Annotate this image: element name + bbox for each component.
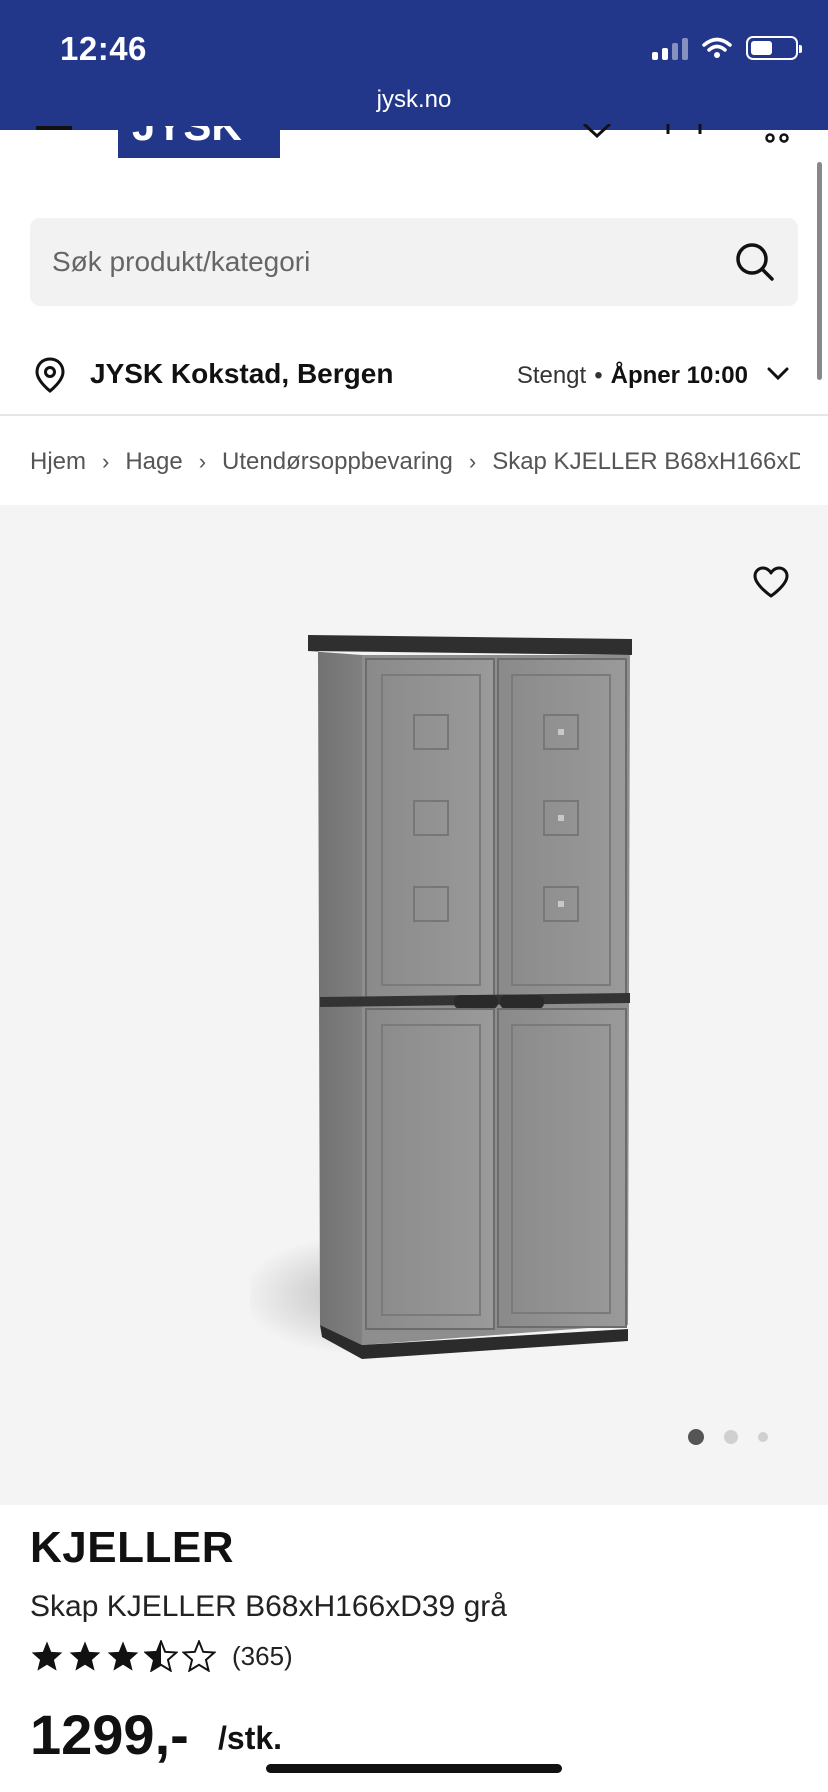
wifi-icon	[702, 37, 732, 58]
product-rating[interactable]: (365)	[30, 1640, 293, 1672]
search-icon[interactable]	[734, 241, 776, 283]
status-time: 12:46	[60, 30, 147, 67]
star-empty-icon	[182, 1640, 216, 1672]
menu-icon[interactable]	[36, 126, 72, 130]
breadcrumb-item[interactable]: Utendørsoppbevaring	[222, 448, 453, 476]
battery-icon	[746, 36, 802, 60]
gallery-dot[interactable]	[724, 1430, 738, 1444]
product-image	[250, 635, 632, 1359]
product-title: Skap KJELLER B68xH166xD39 grå	[30, 1590, 507, 1623]
breadcrumb: Hjem › Hage › Utendørsoppbevaring › Skap…	[30, 440, 800, 484]
product-image-gallery[interactable]	[0, 505, 828, 1505]
store-selector[interactable]: JYSK Kokstad, Bergen Stengt • Åpner 10:00	[0, 340, 828, 416]
chevron-down-icon[interactable]	[766, 366, 790, 382]
cellular-signal-icon	[652, 36, 688, 60]
jysk-logo[interactable]: JYSK	[118, 126, 280, 158]
product-brand: KJELLER	[30, 1523, 234, 1572]
store-name[interactable]: JYSK Kokstad, Bergen	[90, 358, 393, 390]
breadcrumb-item[interactable]: Hjem	[30, 448, 86, 476]
breadcrumb-current: Skap KJELLER B68xH166xD39 grå	[492, 448, 800, 475]
favorite-heart-icon[interactable]	[752, 565, 790, 599]
cart-icon[interactable]	[762, 130, 792, 144]
gallery-dot-active[interactable]	[688, 1429, 704, 1445]
chevron-right-icon: ›	[102, 449, 110, 474]
site-header: JYSK	[0, 124, 828, 160]
gallery-pagination	[688, 1429, 768, 1445]
star-half-icon	[144, 1640, 178, 1672]
price-unit: /stk.	[218, 1720, 283, 1756]
store-status-text: Stengt	[516, 362, 587, 389]
status-bar: 12:46 jysk.no	[0, 0, 828, 130]
user-icon[interactable]	[664, 124, 704, 138]
chevron-right-icon: ›	[468, 449, 477, 474]
logo-text: JYSK	[132, 126, 242, 150]
search-bar[interactable]	[30, 218, 798, 306]
product-price: 1299,-	[30, 1703, 189, 1766]
store-opening-time: Åpner 10:00	[610, 362, 748, 389]
star-full-icon	[69, 1641, 101, 1671]
status-icons	[652, 36, 802, 60]
home-indicator[interactable]	[266, 1764, 562, 1773]
url-display[interactable]: jysk.no	[0, 86, 828, 114]
search-input[interactable]	[52, 246, 734, 278]
store-hours: Stengt • Åpner 10:00	[516, 362, 748, 389]
star-full-icon	[107, 1641, 139, 1671]
review-count[interactable]: (365)	[232, 1641, 293, 1672]
scrollbar[interactable]	[817, 162, 822, 380]
location-pin-icon	[35, 357, 65, 393]
chevron-right-icon: ›	[198, 449, 207, 474]
gallery-dot[interactable]	[758, 1432, 768, 1442]
heart-icon[interactable]	[580, 124, 614, 138]
star-full-icon	[31, 1641, 63, 1671]
breadcrumb-item[interactable]: Hage	[125, 448, 182, 476]
